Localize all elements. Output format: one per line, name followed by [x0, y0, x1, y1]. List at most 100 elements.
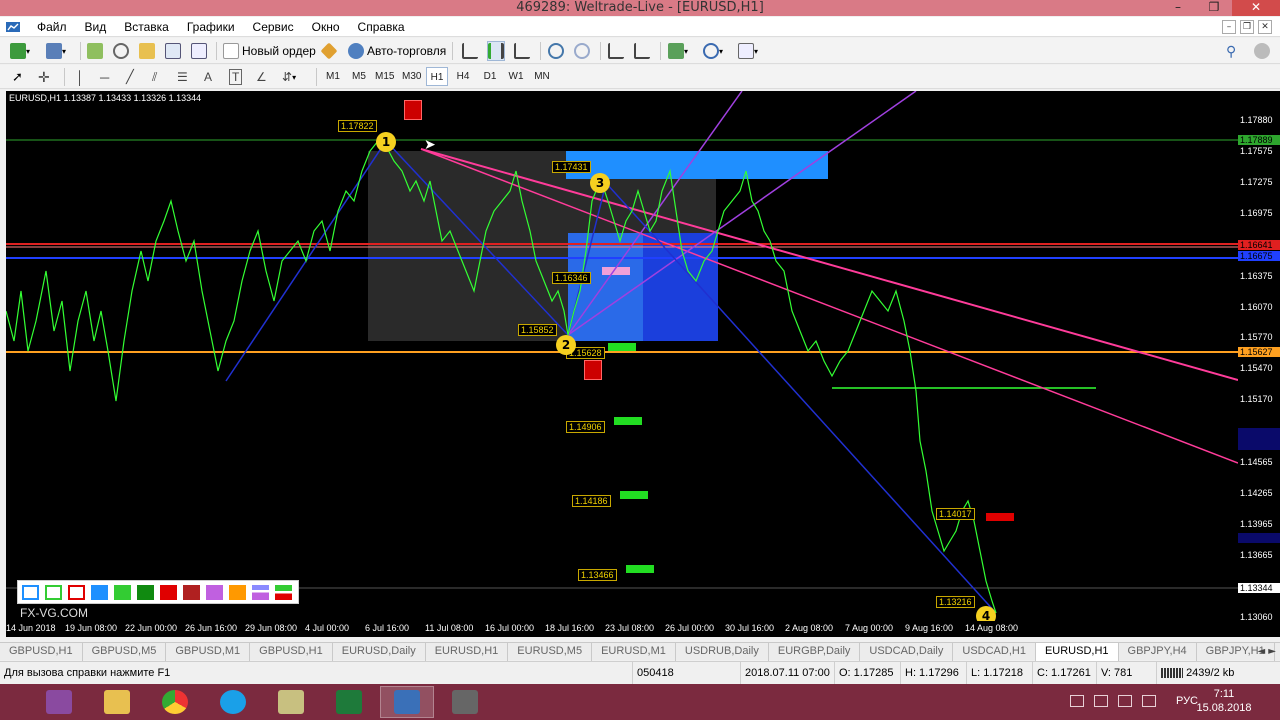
taskbar-explorer[interactable]: [90, 686, 144, 718]
tab-chart[interactable]: EURUSD,H1: [426, 643, 509, 661]
alert-icon[interactable]: [404, 100, 422, 120]
chat-button[interactable]: [1254, 41, 1270, 61]
menu-charts[interactable]: Графики: [178, 17, 244, 37]
menu-tools[interactable]: Сервис: [244, 17, 303, 37]
flag-icon[interactable]: [1094, 695, 1108, 707]
tab-chart[interactable]: USDCAD,Daily: [860, 643, 954, 661]
palette-swatch-red-outline[interactable]: [68, 585, 85, 600]
arrows-button[interactable]: ⇵ ▾: [282, 67, 296, 87]
horizontal-line-button[interactable]: ─: [100, 67, 109, 87]
timeframe-m1[interactable]: M1: [322, 67, 344, 86]
menu-view[interactable]: Вид: [76, 17, 116, 37]
palette-swatch-darkred[interactable]: [183, 585, 200, 600]
tab-chart[interactable]: USDRUB,Daily: [676, 643, 769, 661]
tab-chart[interactable]: GBPUSD,M1: [166, 643, 251, 661]
palette-swatch-orange[interactable]: [229, 585, 246, 600]
taskbar-skype[interactable]: [206, 686, 260, 718]
keyboard-icon[interactable]: [1070, 695, 1084, 707]
timeframe-m5[interactable]: M5: [348, 67, 370, 86]
zoom-out-button[interactable]: [574, 41, 590, 61]
timeframe-m15[interactable]: M15: [372, 67, 397, 86]
gann-button[interactable]: ∠: [256, 67, 267, 87]
taskbar-notes[interactable]: [264, 686, 318, 718]
taskbar-excel[interactable]: [322, 686, 376, 718]
timeframe-mn[interactable]: MN: [531, 67, 553, 86]
tab-chart[interactable]: GBPUSD,H1: [0, 643, 83, 661]
data-window-button[interactable]: [113, 41, 129, 61]
tab-chart[interactable]: GBPJPY,H4: [1119, 643, 1197, 661]
taskbar-metatrader[interactable]: [380, 686, 434, 718]
menu-file[interactable]: Файл: [28, 17, 76, 37]
mdi-restore-button[interactable]: ❐: [1240, 20, 1254, 34]
tab-chart-active[interactable]: EURUSD,H1: [1035, 643, 1119, 661]
menu-window[interactable]: Окно: [303, 17, 349, 37]
tab-scroll-buttons[interactable]: ◄ ►: [1257, 643, 1276, 660]
tab-chart[interactable]: EURUSD,M5: [508, 643, 593, 661]
network-icon[interactable]: [1118, 695, 1132, 707]
templates-button[interactable]: ▾: [738, 41, 758, 61]
zoom-in-button[interactable]: [548, 41, 564, 61]
candlestick-button[interactable]: [487, 41, 505, 61]
line-chart-button[interactable]: [514, 41, 530, 61]
palette-swatch-darkgreen[interactable]: [137, 585, 154, 600]
mdi-close-button[interactable]: ✕: [1258, 20, 1272, 34]
new-order-button[interactable]: Новый ордер: [223, 41, 316, 61]
periods-button[interactable]: ▾: [703, 41, 723, 61]
market-watch-button[interactable]: [87, 41, 103, 61]
minimize-button[interactable]: –: [1160, 0, 1196, 16]
navigator-button[interactable]: [139, 41, 155, 61]
auto-scroll-button[interactable]: [608, 41, 624, 61]
palette-swatch-blue[interactable]: [91, 585, 108, 600]
tab-chart[interactable]: EURUSD,M1: [592, 643, 676, 661]
chart-shift-button[interactable]: [634, 41, 650, 61]
app-icon[interactable]: [6, 21, 20, 33]
profiles-button[interactable]: ▾: [46, 41, 66, 61]
tab-chart[interactable]: EURUSD,Daily: [333, 643, 426, 661]
maximize-button[interactable]: ❐: [1196, 0, 1232, 16]
menu-insert[interactable]: Вставка: [115, 17, 178, 37]
palette-swatch-green[interactable]: [114, 585, 131, 600]
crosshair-button[interactable]: ✛: [38, 67, 50, 87]
timeframe-h1[interactable]: H1: [426, 67, 448, 86]
auto-trading-button[interactable]: Авто-торговля: [348, 41, 446, 61]
timeframe-w1[interactable]: W1: [505, 67, 527, 86]
tab-chart[interactable]: EURGBP,Daily: [769, 643, 861, 661]
palette-swatch-green-outline[interactable]: [45, 585, 62, 600]
palette-swatch-blue-outline[interactable]: [22, 585, 39, 600]
meta-editor-button[interactable]: [320, 41, 338, 61]
price-chart[interactable]: EURUSD,H1 1.13387 1.13433 1.13326 1.1334…: [6, 91, 1238, 621]
text-label-button[interactable]: T: [229, 67, 243, 87]
text-button[interactable]: A: [204, 67, 212, 87]
timeframe-d1[interactable]: D1: [479, 67, 501, 86]
cursor-button[interactable]: ➚: [12, 67, 23, 87]
tab-chart[interactable]: GBPUSD,M5: [83, 643, 167, 661]
timeframe-m30[interactable]: M30: [399, 67, 424, 86]
clock[interactable]: 7:11 15.08.2018: [1194, 687, 1254, 715]
vertical-line-button[interactable]: │: [76, 67, 84, 87]
palette-swatch-lines[interactable]: [252, 585, 269, 600]
tab-chart[interactable]: GBPUSD,H1: [250, 643, 333, 661]
palette-swatch-red[interactable]: [160, 585, 177, 600]
volume-icon[interactable]: [1142, 695, 1156, 707]
time-scale[interactable]: 14 Jun 2018 19 Jun 08:00 22 Jun 00:00 26…: [6, 621, 1280, 637]
taskbar-app[interactable]: [438, 686, 492, 718]
price-scale[interactable]: 1.17880 1.17889 1.17575 1.17275 1.16975 …: [1238, 91, 1280, 622]
bar-chart-button[interactable]: [462, 41, 478, 61]
fibonacci-button[interactable]: ☰: [177, 67, 188, 87]
taskbar-chrome[interactable]: [148, 686, 202, 718]
tab-chart[interactable]: USDCAD,H1: [953, 643, 1036, 661]
taskbar-winrar[interactable]: [32, 686, 86, 718]
mdi-minimize-button[interactable]: –: [1222, 20, 1236, 34]
palette-swatch-purple[interactable]: [206, 585, 223, 600]
menu-help[interactable]: Справка: [349, 17, 414, 37]
timeframe-h4[interactable]: H4: [452, 67, 474, 86]
trendline-button[interactable]: ╱: [126, 67, 134, 87]
search-button[interactable]: ⚲: [1226, 41, 1236, 61]
palette-swatch-multi[interactable]: [275, 585, 292, 600]
indicators-button[interactable]: ▾: [668, 41, 688, 61]
close-button[interactable]: ✕: [1232, 0, 1280, 16]
terminal-button[interactable]: [165, 41, 181, 61]
alert-icon-2[interactable]: [584, 360, 602, 380]
channel-button[interactable]: ⫽: [152, 67, 157, 87]
strategy-tester-button[interactable]: [191, 41, 207, 61]
